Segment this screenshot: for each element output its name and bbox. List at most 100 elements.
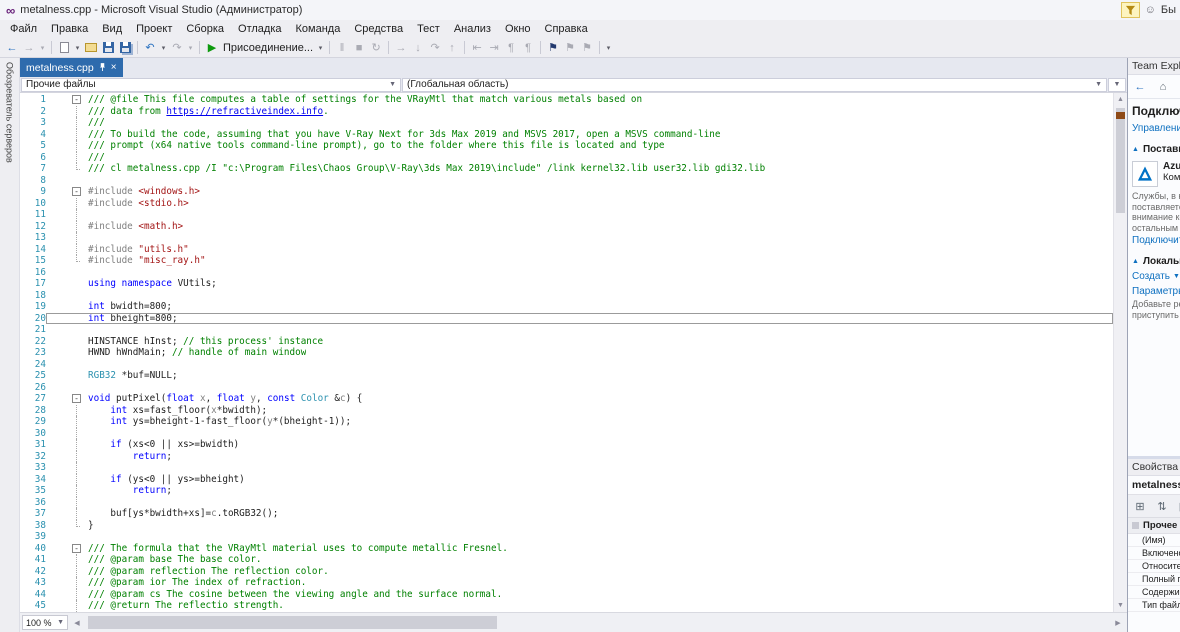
code-line[interactable]: 45 /// @return The reflectio strength. [20,600,1113,612]
code-line[interactable]: 13 [20,232,1113,244]
attach-label[interactable]: Присоединение... [221,40,315,56]
code-line[interactable]: 7 /// cl metalness.cpp /I "c:\Program Fil… [20,163,1113,175]
code-line[interactable]: 3 /// [20,117,1113,129]
te-back-icon[interactable]: ← [1132,79,1148,95]
local-repos-section-header[interactable]: ▲ Локальные репозитории Git [1128,248,1180,269]
categorized-icon[interactable]: ⊞ [1132,498,1148,514]
collapse-icon[interactable]: - [72,394,81,403]
code-line[interactable]: 24 [20,359,1113,371]
restart-icon[interactable]: ↻ [368,40,384,56]
previous-bookmark-icon[interactable]: ⚑ [562,40,578,56]
code-line[interactable]: 12 #include <math.h> [20,220,1113,232]
scope-dropdown[interactable]: (Глобальная область) ▼ [402,77,1107,92]
code-line[interactable]: 19 int bwidth=800; [20,301,1113,313]
menu-item-11[interactable]: Справка [538,21,595,37]
alphabetical-icon[interactable]: ⇅ [1154,498,1170,514]
property-pages-icon[interactable]: ▤ [1176,498,1180,514]
menu-item-4[interactable]: Сборка [179,21,231,37]
code-line[interactable]: 33 [20,462,1113,474]
property-row-1[interactable]: Включено [1128,547,1180,560]
code-line[interactable]: 6 /// [20,151,1113,163]
toggle-bookmark-icon[interactable]: ⚑ [545,40,561,56]
vertical-scrollbar-thumb[interactable] [1116,108,1125,213]
feedback-icon[interactable]: ☺ [1145,4,1156,16]
code-line[interactable]: 28 int xs=fast_floor(x*bwidth); [20,404,1113,416]
stop-debug-icon[interactable]: ■ [351,40,367,56]
code-line[interactable]: 32 return; [20,450,1113,462]
providers-section-header[interactable]: ▲ Поставщики размещения [1128,136,1180,157]
close-icon[interactable]: × [111,62,117,73]
code-line[interactable]: 11 [20,209,1113,221]
code-line[interactable]: 37 buf[ys*bwidth+xs]=c.toRGB32(); [20,508,1113,520]
horizontal-scrollbar-thumb[interactable] [88,616,498,629]
manage-connections-link[interactable]: Управление подключениями [1128,121,1180,136]
code-line[interactable]: 27- void putPixel(float x, float y, const… [20,393,1113,405]
show-next-statement-icon[interactable]: → [393,40,409,56]
scroll-right-icon[interactable]: ▶ [1111,619,1125,627]
code-line[interactable]: 16 [20,267,1113,279]
scroll-left-icon[interactable]: ◀ [70,619,84,627]
uncomment-icon[interactable]: ¶ [520,40,536,56]
code-line[interactable]: 26 [20,382,1113,394]
pin-icon[interactable] [99,63,106,72]
repo-settings-link[interactable]: Параметры [1128,284,1180,299]
member-dropdown[interactable]: ▼ [1108,77,1126,92]
create-repo-link[interactable]: Создать ▼ [1128,269,1180,284]
collapse-icon[interactable]: - [72,543,81,553]
code-line[interactable]: 22 HINSTANCE hInst; // this process' inst… [20,336,1113,348]
save-icon[interactable] [100,40,116,56]
properties-object-dropdown[interactable]: metalness.cpp [1128,476,1180,495]
code-line[interactable]: 14 #include "utils.h" [20,243,1113,255]
project-dropdown[interactable]: Прочие файлы ▼ [21,77,401,92]
code-line[interactable]: 41 /// @param base The base color. [20,554,1113,566]
properties-title[interactable]: Свойства [1128,459,1180,476]
te-home-icon[interactable]: ⌂ [1155,79,1171,95]
notifications-filter-icon[interactable] [1120,2,1140,18]
property-row-3[interactable]: Полный путь [1128,573,1180,586]
navigation-history-dropdown-icon[interactable]: ▾ [38,40,47,56]
code-line[interactable]: 30 [20,427,1113,439]
scroll-up-icon[interactable]: ▲ [1114,93,1127,106]
menu-item-3[interactable]: Проект [129,21,179,37]
collapse-icon[interactable]: - [72,95,81,104]
property-row-0[interactable]: (Имя) [1128,534,1180,547]
comment-icon[interactable]: ¶ [503,40,519,56]
code-line[interactable]: 35 return; [20,485,1113,497]
horizontal-scrollbar[interactable] [86,615,1109,630]
save-all-icon[interactable] [117,40,133,56]
open-file-icon[interactable] [83,40,99,56]
code-line[interactable]: 39 [20,531,1113,543]
vertical-scrollbar[interactable]: ▲ ▼ [1113,93,1127,612]
shift-left-icon[interactable]: ⇤ [469,40,485,56]
code-line[interactable]: 21 [20,324,1113,336]
redo-icon[interactable]: ↷ [169,40,185,56]
code-line[interactable]: 42 /// @param reflection The reflection c… [20,565,1113,577]
code-line[interactable]: 43 /// @param ior The index of refraction… [20,577,1113,589]
code-line[interactable]: 40-/// The formula that the VRayMtl mate… [20,543,1113,555]
code-line[interactable]: 20 int bheight=800; [20,312,1113,324]
attach-dropdown-icon[interactable]: ▾ [316,40,325,56]
code-line[interactable]: 8 [20,175,1113,187]
code-line[interactable]: 2 /// data from https://refractiveindex.i… [20,105,1113,117]
code-line[interactable]: 31 if (xs<0 || xs>=bwidth) [20,439,1113,451]
menu-item-7[interactable]: Средства [347,21,410,37]
zoom-control[interactable]: 100 % ▼ [22,615,68,630]
step-into-icon[interactable]: ↓ [410,40,426,56]
menu-item-6[interactable]: Команда [289,21,348,37]
connect-link[interactable]: Подключиться [1128,233,1180,248]
menu-item-9[interactable]: Анализ [447,21,498,37]
code-line[interactable]: 23 HWND hWndMain; // handle of main windo… [20,347,1113,359]
property-row-4[interactable]: Содержимое [1128,586,1180,599]
redo-dropdown-icon[interactable]: ▾ [186,40,195,56]
menu-item-10[interactable]: Окно [498,21,538,37]
quick-launch-text[interactable]: Бы [1161,4,1176,16]
team-explorer-title[interactable]: Team Explorer [1128,58,1180,75]
team-explorer-page-title[interactable]: Подключение [1128,99,1180,121]
scroll-down-icon[interactable]: ▼ [1114,599,1127,612]
shift-right-icon[interactable]: ⇥ [486,40,502,56]
code-area[interactable]: 1-/// @file This file computes a table o… [20,93,1113,612]
menu-item-5[interactable]: Отладка [231,21,288,37]
menu-item-1[interactable]: Правка [44,21,95,37]
property-row-2[interactable]: Относительный путь [1128,560,1180,573]
attach-run-icon[interactable]: ▶ [204,40,220,56]
